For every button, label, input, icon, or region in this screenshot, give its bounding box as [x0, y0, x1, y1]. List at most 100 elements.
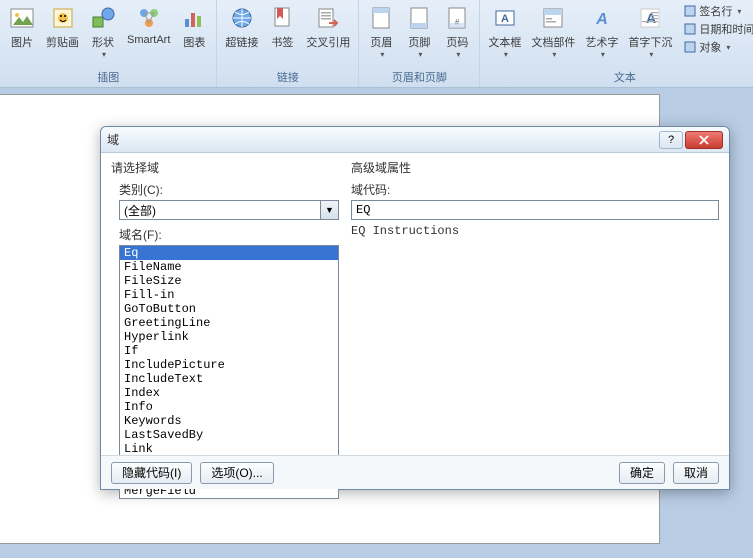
- smartart-icon: [135, 4, 163, 32]
- ribbon-small-button[interactable]: 日期和时间▾: [682, 20, 753, 38]
- listbox-item[interactable]: FileName: [120, 260, 338, 274]
- cancel-button[interactable]: 取消: [673, 462, 719, 484]
- ribbon-crossref-button[interactable]: 交叉引用: [302, 2, 354, 52]
- ribbon-textbox-button[interactable]: A 文本框▾: [484, 2, 525, 61]
- svg-text:A: A: [501, 13, 509, 25]
- advanced-props-label: 高级域属性: [351, 159, 719, 176]
- chevron-down-icon: ▾: [380, 50, 384, 59]
- listbox-item[interactable]: GreetingLine: [120, 316, 338, 330]
- bookmark-icon: [268, 4, 296, 32]
- listbox-item[interactable]: Keywords: [120, 414, 338, 428]
- clipart-icon: [49, 4, 77, 32]
- shapes-icon: [89, 4, 117, 32]
- bullet-icon: [684, 41, 696, 53]
- hyperlink-icon: [228, 4, 256, 32]
- listbox-item[interactable]: Eq: [120, 246, 338, 260]
- ribbon-header-button[interactable]: 页眉▾: [363, 2, 399, 61]
- small-button-label: 日期和时间: [699, 21, 753, 37]
- listbox-item[interactable]: Hyperlink: [120, 330, 338, 344]
- ribbon-button-label: 页脚: [408, 34, 430, 50]
- ribbon-chart-button[interactable]: 图表: [176, 2, 212, 52]
- category-input[interactable]: [119, 200, 321, 220]
- ribbon-small-button[interactable]: 对象 ▾: [682, 38, 753, 56]
- ribbon-group: 超链接书签交叉引用链接: [217, 0, 359, 87]
- listbox-item[interactable]: Fill-in: [120, 288, 338, 302]
- ribbon-quickparts-button[interactable]: 文档部件▾: [527, 2, 579, 61]
- ribbon-button-label: 艺术字: [585, 34, 618, 50]
- field-instructions: EQ Instructions: [351, 222, 719, 240]
- ribbon-button-label: 文档部件: [531, 34, 575, 50]
- listbox-item[interactable]: If: [120, 344, 338, 358]
- chevron-down-icon: ▾: [726, 43, 730, 52]
- crossref-icon: [314, 4, 342, 32]
- dialog-right-column: 高级域属性 域代码: EQ Instructions: [351, 159, 719, 453]
- chart-icon: [180, 4, 208, 32]
- chevron-down-icon: ▾: [601, 50, 605, 59]
- listbox-item[interactable]: IncludeText: [120, 372, 338, 386]
- ribbon-smartart-button[interactable]: SmartArt: [123, 2, 174, 48]
- fieldcode-input[interactable]: [351, 200, 719, 220]
- listbox-item[interactable]: FileSize: [120, 274, 338, 288]
- ribbon-bookmark-button[interactable]: 书签: [264, 2, 300, 52]
- ribbon-wordart-button[interactable]: A 艺术字▾: [581, 2, 622, 61]
- ribbon: 图片剪贴画形状▾SmartArt图表插图超链接书签交叉引用链接页眉▾页脚▾#页码…: [0, 0, 753, 88]
- listbox-item[interactable]: LastSavedBy: [120, 428, 338, 442]
- ribbon-button-label: 图片: [11, 34, 33, 50]
- header-icon: [367, 4, 395, 32]
- small-button-label: 对象: [699, 39, 721, 55]
- dialog-titlebar[interactable]: 域 ?: [101, 127, 729, 153]
- chevron-down-icon: ▾: [418, 50, 422, 59]
- wordart-icon: A: [588, 4, 616, 32]
- select-field-label: 请选择域: [111, 159, 339, 176]
- picture-icon: [8, 4, 36, 32]
- ribbon-button-label: 文本框: [488, 34, 521, 50]
- chevron-down-icon: ▾: [504, 50, 508, 59]
- pagenum-icon: #: [443, 4, 471, 32]
- ribbon-button-label: 超链接: [225, 34, 258, 50]
- category-label: 类别(C):: [119, 181, 339, 198]
- ribbon-group: 页眉▾页脚▾#页码▾页眉和页脚: [359, 0, 480, 87]
- ribbon-button-label: 书签: [271, 34, 293, 50]
- ribbon-shapes-button[interactable]: 形状▾: [85, 2, 121, 61]
- ribbon-clipart-button[interactable]: 剪贴画: [42, 2, 83, 52]
- chevron-down-icon: ▾: [456, 50, 460, 59]
- field-dialog: 域 ? 请选择域 类别(C): ▼ 域名(F): EqFileNameFileS…: [100, 126, 730, 490]
- ribbon-group-label: 插图: [4, 67, 212, 87]
- ribbon-group: 图片剪贴画形状▾ SmartArt 图表插图: [0, 0, 217, 87]
- dialog-footer: 隐藏代码(I) 选项(O)... 确定 取消: [101, 455, 729, 489]
- chevron-down-icon: ▾: [552, 50, 556, 59]
- close-button[interactable]: [685, 131, 723, 149]
- ribbon-button-label: 页码: [446, 34, 468, 50]
- close-icon: [699, 135, 709, 145]
- ribbon-button-label: SmartArt: [127, 34, 170, 46]
- category-combo[interactable]: ▼: [119, 200, 339, 220]
- listbox-item[interactable]: Info: [120, 400, 338, 414]
- svg-text:A: A: [595, 11, 608, 28]
- ribbon-small-button[interactable]: 签名行▾: [682, 2, 753, 20]
- ribbon-dropcap-button[interactable]: A首字下沉▾: [624, 2, 676, 61]
- ribbon-button-label: 图表: [183, 34, 205, 50]
- listbox-item[interactable]: Link: [120, 442, 338, 456]
- fieldname-label: 域名(F):: [119, 226, 339, 243]
- listbox-item[interactable]: IncludePicture: [120, 358, 338, 372]
- ribbon-picture-button[interactable]: 图片: [4, 2, 40, 52]
- listbox-item[interactable]: GoToButton: [120, 302, 338, 316]
- listbox-item[interactable]: Index: [120, 386, 338, 400]
- footer-icon: [405, 4, 433, 32]
- ribbon-hyperlink-button[interactable]: 超链接: [221, 2, 262, 52]
- help-button[interactable]: ?: [659, 131, 683, 149]
- hide-codes-button[interactable]: 隐藏代码(I): [111, 462, 192, 484]
- ribbon-button-label: 剪贴画: [46, 34, 79, 50]
- options-button[interactable]: 选项(O)...: [200, 462, 273, 484]
- textbox-icon: A: [491, 4, 519, 32]
- ribbon-button-label: 形状: [92, 34, 114, 50]
- ribbon-group-label: 链接: [221, 67, 354, 87]
- ribbon-group-label: 页眉和页脚: [363, 67, 475, 87]
- ribbon-pagenum-button[interactable]: # 页码▾: [439, 2, 475, 61]
- chevron-down-icon: ▾: [737, 7, 741, 16]
- chevron-down-icon: ▾: [102, 50, 106, 59]
- category-dropdown-button[interactable]: ▼: [321, 200, 339, 220]
- ok-button[interactable]: 确定: [619, 462, 665, 484]
- ribbon-footer-button[interactable]: 页脚▾: [401, 2, 437, 61]
- dialog-left-column: 请选择域 类别(C): ▼ 域名(F): EqFileNameFileSizeF…: [111, 159, 339, 453]
